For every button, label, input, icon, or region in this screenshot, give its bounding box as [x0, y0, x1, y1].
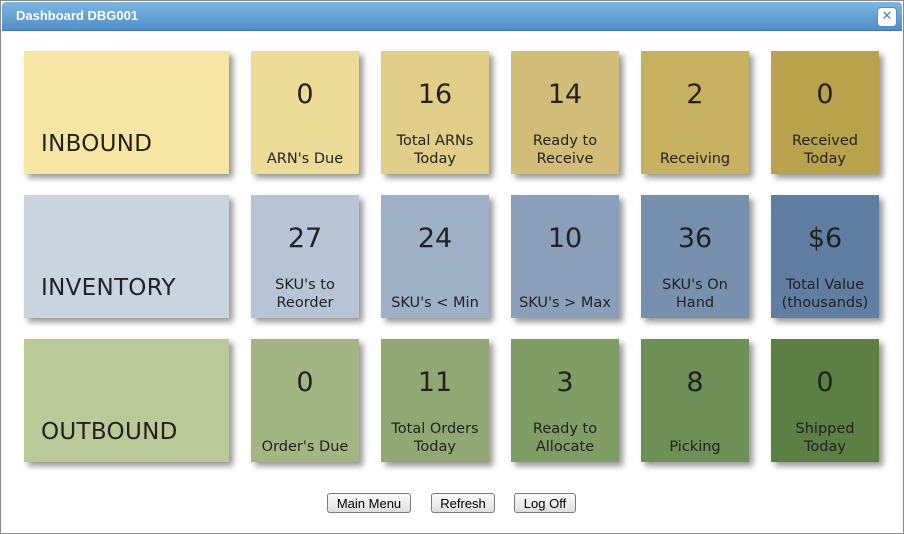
kpi-tile-shipped-today[interactable]: 0 Shipped Today [771, 339, 879, 462]
kpi-label: Total Value (thousands) [781, 277, 869, 311]
kpi-label: SKU's > Max [519, 295, 611, 311]
kpi-tile-total-arns-today[interactable]: 16 Total ARNs Today [381, 51, 489, 174]
kpi-value: 27 [287, 223, 323, 254]
dashboard-window: Dashboard DBG001 ✕ INBOUND 0 ARN's Due 1… [0, 0, 904, 534]
kpi-tile-skus-to-reorder[interactable]: 27 SKU's to Reorder [251, 195, 359, 318]
kpi-tile-orders-due[interactable]: 0 Order's Due [251, 339, 359, 462]
title-bar: Dashboard DBG001 ✕ [2, 2, 902, 31]
kpi-label: Ready to Receive [532, 133, 598, 167]
window-title: Dashboard DBG001 [16, 8, 139, 23]
kpi-tile-ready-to-allocate[interactable]: 3 Ready to Allocate [511, 339, 619, 462]
kpi-label: ARN's Due [266, 151, 344, 167]
kpi-value: 3 [556, 367, 574, 398]
kpi-tile-receiving[interactable]: 2 Receiving [641, 51, 749, 174]
inbound-section-tile: INBOUND [24, 51, 229, 174]
refresh-button[interactable]: Refresh [431, 493, 495, 513]
kpi-label: SKU's < Min [391, 295, 479, 311]
kpi-tile-total-value[interactable]: $6 Total Value (thousands) [771, 195, 879, 318]
kpi-label: Total ARNs Today [396, 133, 474, 167]
log-off-button[interactable]: Log Off [514, 493, 576, 513]
kpi-tile-skus-above-max[interactable]: 10 SKU's > Max [511, 195, 619, 318]
kpi-tile-total-orders-today[interactable]: 11 Total Orders Today [381, 339, 489, 462]
kpi-label: Receiving [659, 151, 731, 167]
kpi-value: 36 [677, 223, 713, 254]
kpi-label: Received Today [792, 133, 858, 167]
kpi-value: 16 [417, 79, 453, 110]
kpi-label: Shipped Today [795, 421, 855, 455]
kpi-value: 0 [296, 79, 314, 110]
inventory-section-label: INVENTORY [41, 275, 176, 301]
kpi-value: 11 [417, 367, 453, 398]
kpi-label: Ready to Allocate [532, 421, 598, 455]
inventory-section-tile: INVENTORY [24, 195, 229, 318]
kpi-value: 2 [686, 79, 704, 110]
kpi-value: 10 [547, 223, 583, 254]
close-icon[interactable]: ✕ [877, 7, 897, 27]
kpi-value: 0 [816, 79, 834, 110]
kpi-label: SKU's to Reorder [275, 277, 335, 311]
kpi-value: 24 [417, 223, 453, 254]
kpi-label: Total Orders Today [391, 421, 479, 455]
kpi-value: 14 [547, 79, 583, 110]
kpi-value: 0 [816, 367, 834, 398]
kpi-label: Order's Due [261, 439, 349, 455]
kpi-tile-skus-below-min[interactable]: 24 SKU's < Min [381, 195, 489, 318]
kpi-tile-arns-due[interactable]: 0 ARN's Due [251, 51, 359, 174]
kpi-value: 0 [296, 367, 314, 398]
kpi-value: 8 [686, 367, 704, 398]
kpi-label: Picking [669, 439, 721, 455]
inbound-section-label: INBOUND [41, 131, 153, 157]
kpi-tile-ready-to-receive[interactable]: 14 Ready to Receive [511, 51, 619, 174]
kpi-value: $6 [807, 223, 843, 254]
outbound-section-label: OUTBOUND [41, 419, 178, 445]
outbound-section-tile: OUTBOUND [24, 339, 229, 462]
main-menu-button[interactable]: Main Menu [327, 493, 411, 513]
kpi-tile-skus-on-hand[interactable]: 36 SKU's On Hand [641, 195, 749, 318]
kpi-label: SKU's On Hand [662, 277, 728, 311]
kpi-tile-received-today[interactable]: 0 Received Today [771, 51, 879, 174]
kpi-tile-picking[interactable]: 8 Picking [641, 339, 749, 462]
